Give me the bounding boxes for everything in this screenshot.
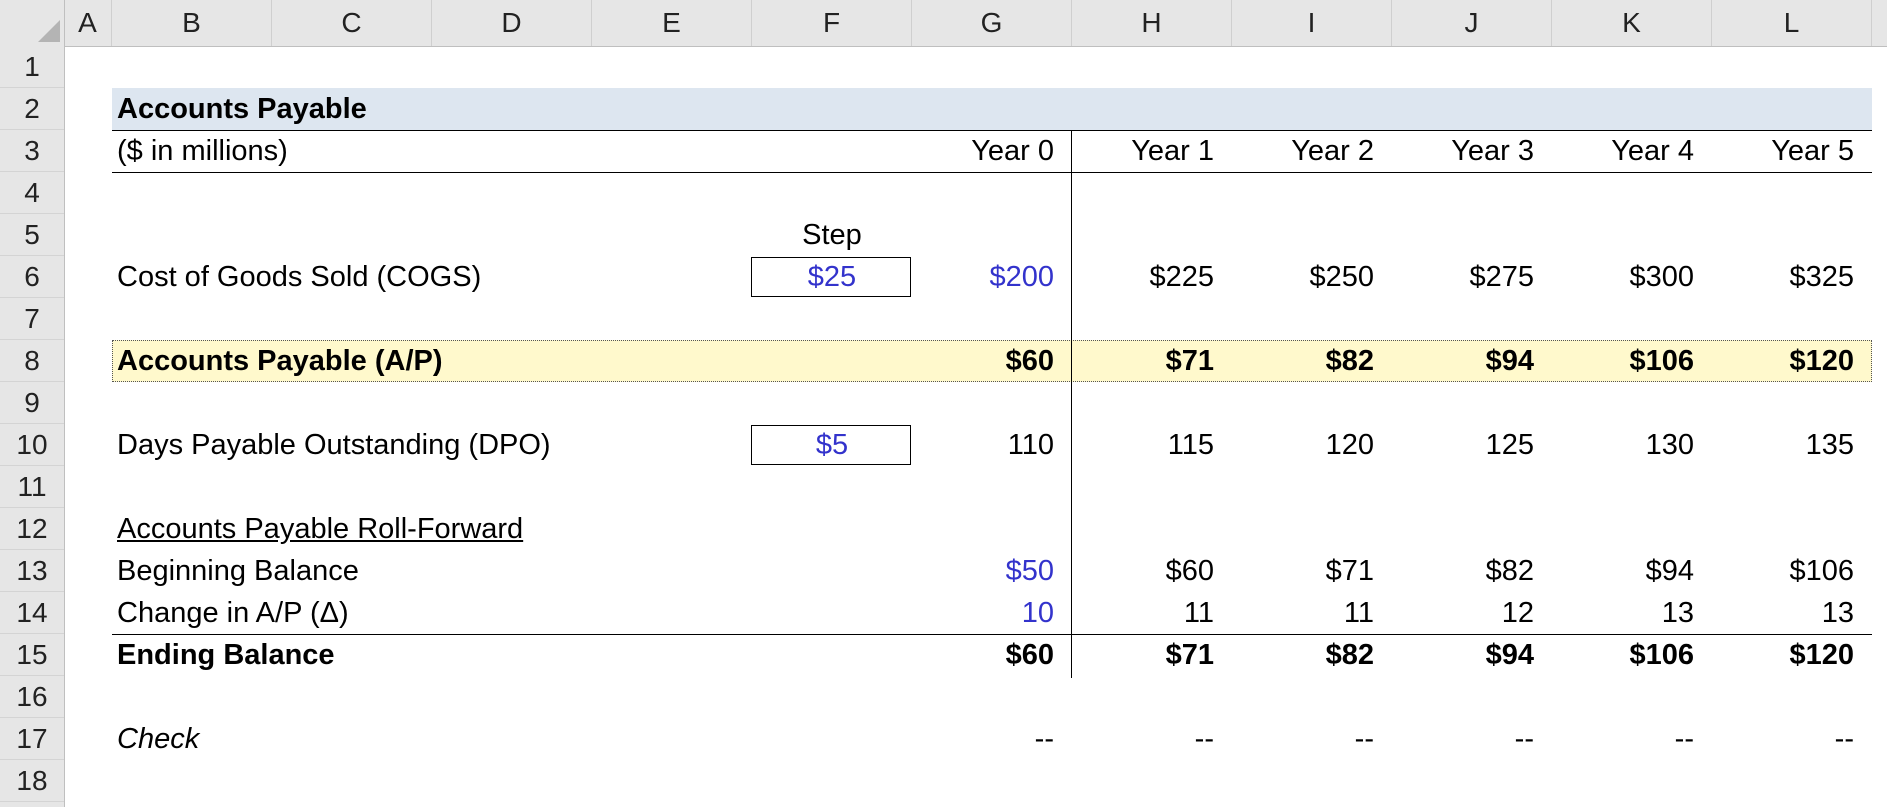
year-1-header[interactable]: Year 1 [1072,130,1214,172]
ending-balance-year-4[interactable]: $106 [1552,634,1694,676]
dpo-year-5[interactable]: 135 [1712,424,1854,466]
ap-year-0[interactable]: $60 [912,340,1054,382]
ending-balance-year-2[interactable]: $82 [1232,634,1374,676]
cogs-year-2[interactable]: $250 [1232,256,1374,298]
row-header-17[interactable]: 17 [0,718,64,760]
column-header-l[interactable]: L [1712,0,1872,46]
header-rule [112,172,1872,173]
row-header-14[interactable]: 14 [0,592,64,634]
check-year-3[interactable]: -- [1392,718,1534,760]
cogs-step-value[interactable]: $25 [752,256,912,298]
year-3-header[interactable]: Year 3 [1392,130,1534,172]
row-header-3[interactable]: 3 [0,130,64,172]
dpo-year-4[interactable]: 130 [1552,424,1694,466]
ap-label[interactable]: Accounts Payable (A/P) [117,340,443,382]
change-ap-year-5[interactable]: 13 [1712,592,1854,634]
cogs-year-5[interactable]: $325 [1712,256,1854,298]
check-year-5[interactable]: -- [1712,718,1854,760]
column-header-d[interactable]: D [432,0,592,46]
row-header-15[interactable]: 15 [0,634,64,676]
change-ap-year-3[interactable]: 12 [1392,592,1534,634]
rollforward-header[interactable]: Accounts Payable Roll-Forward [117,508,523,550]
check-label[interactable]: Check [117,718,199,760]
dpo-year-3[interactable]: 125 [1392,424,1534,466]
row-header-8[interactable]: 8 [0,340,64,382]
column-header-g[interactable]: G [912,0,1072,46]
cogs-year-1[interactable]: $225 [1072,256,1214,298]
cogs-year-3[interactable]: $275 [1392,256,1534,298]
year-5-header[interactable]: Year 5 [1712,130,1854,172]
check-year-4[interactable]: -- [1552,718,1694,760]
sheet-title[interactable]: Accounts Payable [117,88,367,130]
check-year-1[interactable]: -- [1072,718,1214,760]
ending-balance-year-1[interactable]: $71 [1072,634,1214,676]
row-header-6[interactable]: 6 [0,256,64,298]
column-header-j[interactable]: J [1392,0,1552,46]
column-header-e[interactable]: E [592,0,752,46]
ending-balance-year-5[interactable]: $120 [1712,634,1854,676]
row-header-5[interactable]: 5 [0,214,64,256]
check-year-2[interactable]: -- [1232,718,1374,760]
select-all-icon [38,20,60,42]
ap-year-5[interactable]: $120 [1712,340,1854,382]
beginning-balance-year-2[interactable]: $71 [1232,550,1374,592]
units-label[interactable]: ($ in millions) [117,130,288,172]
select-all-corner[interactable] [0,0,65,46]
check-year-0[interactable]: -- [912,718,1054,760]
row-header-11[interactable]: 11 [0,466,64,508]
cogs-year-0[interactable]: $200 [912,256,1054,298]
year-0-header[interactable]: Year 0 [912,130,1054,172]
row-header-10[interactable]: 10 [0,424,64,466]
dpo-year-1[interactable]: 115 [1072,424,1214,466]
ending-balance-year-3[interactable]: $94 [1392,634,1534,676]
cogs-year-4[interactable]: $300 [1552,256,1694,298]
cogs-label[interactable]: Cost of Goods Sold (COGS) [117,256,481,298]
year-4-header[interactable]: Year 4 [1552,130,1694,172]
change-ap-year-0[interactable]: 10 [912,592,1054,634]
year-2-header[interactable]: Year 2 [1232,130,1374,172]
dpo-label[interactable]: Days Payable Outstanding (DPO) [117,424,551,466]
beginning-balance-year-0[interactable]: $50 [912,550,1054,592]
beginning-balance-year-4[interactable]: $94 [1552,550,1694,592]
beginning-balance-year-5[interactable]: $106 [1712,550,1854,592]
row-header-9[interactable]: 9 [0,382,64,424]
ending-balance-label[interactable]: Ending Balance [117,634,335,676]
row-header-16[interactable]: 16 [0,676,64,718]
ap-year-2[interactable]: $82 [1232,340,1374,382]
beginning-balance-label[interactable]: Beginning Balance [117,550,359,592]
column-header-c[interactable]: C [272,0,432,46]
change-ap-year-1[interactable]: 11 [1072,592,1214,634]
column-header-h[interactable]: H [1072,0,1232,46]
step-header[interactable]: Step [752,214,912,256]
column-header-k[interactable]: K [1552,0,1712,46]
ending-balance-year-0[interactable]: $60 [912,634,1054,676]
beginning-balance-year-1[interactable]: $60 [1072,550,1214,592]
column-header-i[interactable]: I [1232,0,1392,46]
ap-year-3[interactable]: $94 [1392,340,1534,382]
dpo-year-2[interactable]: 120 [1232,424,1374,466]
row-header-bar: 1 2 3 4 5 6 7 8 9 10 11 12 13 14 15 16 1… [0,46,65,807]
ap-year-1[interactable]: $71 [1072,340,1214,382]
row-header-18[interactable]: 18 [0,760,64,802]
change-ap-year-2[interactable]: 11 [1232,592,1374,634]
change-ap-label[interactable]: Change in A/P (Δ) [117,592,349,634]
row-header-7[interactable]: 7 [0,298,64,340]
column-header-b[interactable]: B [112,0,272,46]
beginning-balance-year-3[interactable]: $82 [1392,550,1534,592]
row-header-4[interactable]: 4 [0,172,64,214]
column-header-f[interactable]: F [752,0,912,46]
ap-year-4[interactable]: $106 [1552,340,1694,382]
dpo-step-value[interactable]: $5 [752,424,912,466]
row-header-13[interactable]: 13 [0,550,64,592]
row-header-1[interactable]: 1 [0,46,64,88]
change-ap-year-4[interactable]: 13 [1552,592,1694,634]
dpo-year-0[interactable]: 110 [912,424,1054,466]
row-header-12[interactable]: 12 [0,508,64,550]
row-header-2[interactable]: 2 [0,88,64,130]
column-header-bar: A B C D E F G H I J K L [0,0,1887,47]
column-header-a[interactable]: A [64,0,112,46]
title-band [112,88,1872,131]
